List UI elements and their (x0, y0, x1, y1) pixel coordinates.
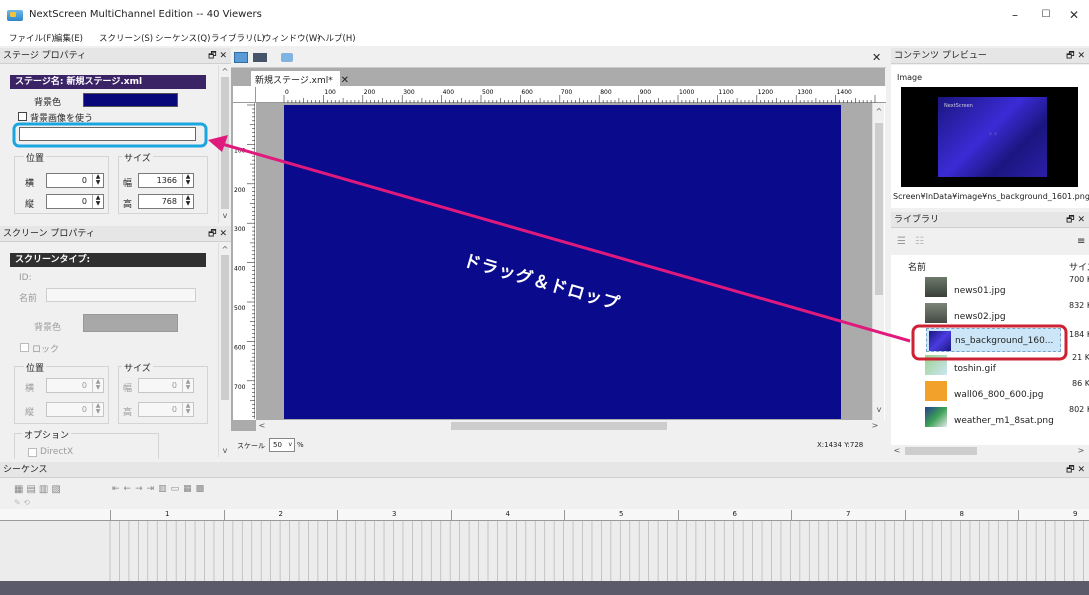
drop-target-highlight (12, 122, 208, 148)
annotation-overlay (12, 122, 1068, 361)
drag-arrow-head-icon (208, 135, 228, 152)
drag-source-highlight (911, 324, 1068, 361)
anchor (205, 123, 212, 124)
drag-arrow-line (221, 142, 911, 343)
